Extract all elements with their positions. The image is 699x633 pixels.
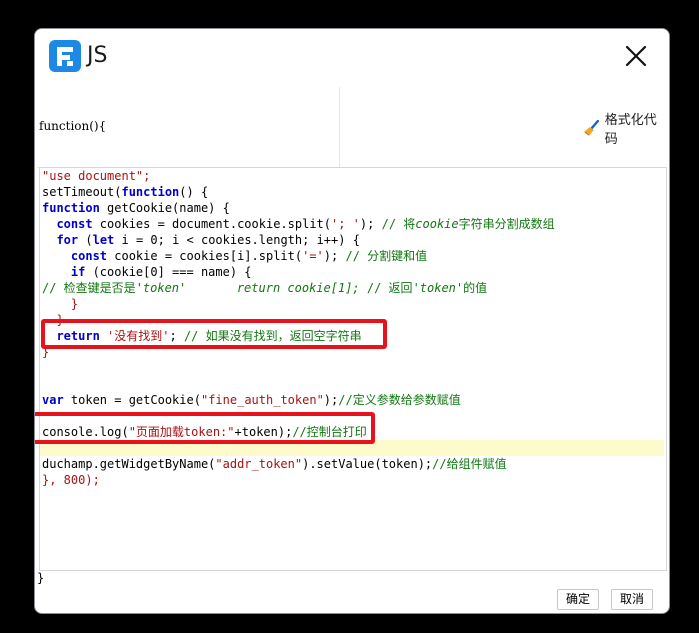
code-line[interactable]: } [42, 296, 662, 312]
code-line[interactable]: const cookie = cookies[i].split('='); //… [42, 248, 662, 264]
code-token: token = getCookie( [63, 393, 201, 407]
confirm-button[interactable]: 确定 [557, 589, 600, 610]
code-token: cookie = cookies[i].split( [107, 249, 303, 263]
dialog-footer: 确定 取消 [35, 585, 669, 613]
code-line[interactable]: // 检查键是否是'token' return cookie[1]; // 返回… [42, 280, 662, 296]
code-line[interactable]: function getCookie(name) { [42, 200, 662, 216]
code-line[interactable]: "use document"; [42, 168, 662, 184]
js-dialog: JS function(){ 格式化代码 "use document"; setT… [34, 28, 670, 614]
code-token: 'token' return cookie[1]; [135, 281, 367, 295]
code-line[interactable]: const cookies = document.cookie.split(';… [42, 216, 662, 232]
code-line[interactable]: for (let i = 0; i < cookies.length; i++)… [42, 232, 662, 248]
format-code-label: 格式化代码 [604, 113, 657, 147]
code-token: ).setValue(token); [302, 457, 433, 471]
return-line-highlight-box [41, 319, 387, 349]
code-token: 'token' [412, 281, 464, 295]
format-code-button[interactable]: 格式化代码 [583, 113, 669, 147]
code-token: i = 0; i < cookies.length; i++) { [114, 233, 360, 247]
code-token: 的值 [463, 281, 488, 295]
code-token: cookie [415, 217, 459, 231]
function-closing-brace: } [37, 571, 45, 585]
code-line[interactable]: var token = getCookie("fine_auth_token")… [42, 392, 662, 408]
code-token: // 分割键和值 [345, 249, 428, 263]
code-token: () { [179, 185, 209, 199]
code-token: const [70, 249, 108, 263]
close-icon[interactable] [623, 43, 649, 69]
code-token: ); [323, 393, 339, 407]
dialog-titlebar: JS [35, 29, 669, 85]
code-token: // 检查键是否是 [42, 281, 136, 295]
broom-icon [583, 119, 600, 136]
code-line[interactable]: setTimeout(function() { [42, 184, 662, 200]
code-token: ); [359, 217, 382, 231]
code-token: //定义参数给参数赋值 [338, 393, 461, 407]
code-token: "addr_token" [215, 457, 303, 471]
code-token: // 返回 [366, 281, 413, 295]
code-token: getCookie(name) { [99, 201, 230, 215]
code-token: if [70, 265, 86, 279]
code-line[interactable]: }, 800); [42, 472, 662, 488]
code-token: let [92, 233, 115, 247]
code-editor[interactable]: "use document"; setTimeout(function() {fu… [39, 167, 667, 571]
code-token: cookies = document.cookie.split( [92, 217, 331, 231]
code-token: duchamp.getWidgetByName( [42, 457, 216, 471]
dialog-title: JS [87, 43, 108, 68]
code-line[interactable]: if (cookie[0] === name) { [42, 264, 662, 280]
fine-report-logo-icon [49, 40, 81, 72]
cancel-button[interactable]: 取消 [611, 589, 654, 610]
code-token: (cookie[0] === name) { [85, 265, 252, 279]
console-log-highlight-box [35, 412, 375, 444]
code-line[interactable] [42, 376, 662, 392]
code-token: }, 800); [42, 473, 100, 487]
code-token: ( [78, 233, 93, 247]
code-token: // 将 [381, 217, 416, 231]
code-token: function [42, 201, 100, 215]
code-token: var [42, 393, 64, 407]
code-token: "fine_auth_token" [200, 393, 324, 407]
function-signature: function(){ [39, 119, 107, 133]
code-token: '=' [302, 249, 324, 263]
code-token: '; ' [331, 217, 360, 231]
code-token: const [56, 217, 93, 231]
code-token: //给组件赋值 [432, 457, 507, 471]
code-token: for [56, 233, 79, 247]
code-line[interactable] [42, 360, 662, 376]
code-token: setTimeout( [42, 185, 122, 199]
code-line[interactable]: duchamp.getWidgetByName("addr_token").se… [42, 456, 662, 472]
code-token: "use document"; [42, 169, 151, 183]
code-token: 字符串分割成数组 [458, 217, 555, 231]
code-token: } [42, 297, 79, 311]
code-token: ); [323, 249, 346, 263]
code-token: function [121, 185, 180, 199]
